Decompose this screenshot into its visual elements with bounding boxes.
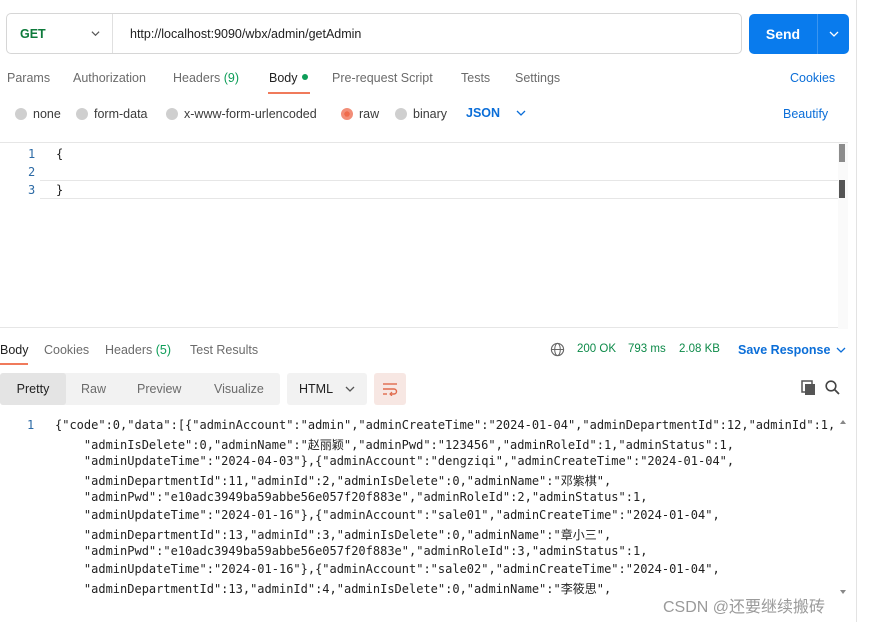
response-scrollbar[interactable] [839,418,847,596]
chevron-down-icon [829,31,838,37]
send-button[interactable]: Send [749,26,817,42]
radio-form-data-label: form-data [94,107,148,121]
status-code[interactable]: 200 OK [577,343,616,355]
tab-authorization[interactable]: Authorization [73,71,146,85]
format-pretty[interactable]: Pretty [0,373,66,405]
line-number: 3 [28,183,36,197]
format-visualize[interactable]: Visualize [214,382,264,396]
response-tab-cookies[interactable]: Cookies [44,343,89,357]
radio-selected-icon [341,108,353,120]
method-label: GET [20,26,46,41]
response-line: "adminPwd":"e10adc3949ba59abbe56e057f20f… [55,490,648,504]
radio-none-label: none [33,107,61,121]
radio-raw-label: raw [359,107,380,121]
editor-scroll-marker [839,180,845,198]
wrap-lines-button[interactable] [374,373,406,405]
language-select[interactable]: JSON [466,106,526,120]
url-bar: GET http://localhost:9090/wbx/admin/getA… [6,13,742,54]
response-line: "adminUpdateTime":"2024-01-16"},{"adminA… [55,562,720,576]
tab-params[interactable]: Params [7,71,50,85]
active-tab-underline [268,92,310,94]
response-size[interactable]: 2.08 KB [679,343,720,355]
tab-body-label: Body [269,71,298,85]
tab-headers[interactable]: Headers (9) [173,71,239,85]
send-button-group: Send [749,14,849,54]
editor-scrollbar[interactable] [838,143,848,329]
response-active-underline [0,363,28,365]
search-icon[interactable] [825,380,840,396]
format-segmented-control: Pretty Raw Preview Visualize [0,373,280,405]
tab-headers-count: (9) [223,71,240,85]
response-tab-body[interactable]: Body [0,343,29,357]
copy-icon[interactable] [801,380,816,396]
chevron-down-icon [345,386,355,392]
beautify-link[interactable]: Beautify [783,107,828,121]
format-type-label: HTML [299,382,334,396]
chevron-down-icon [91,31,100,37]
response-tab-test-results[interactable]: Test Results [190,343,258,357]
tab-body[interactable]: Body [269,71,308,85]
response-line: "adminUpdateTime":"2024-01-16"},{"adminA… [55,508,720,522]
wrap-lines-icon [383,383,398,396]
code-line: } [56,183,64,197]
response-line: "adminDepartmentId":11,"adminId":2,"admi… [55,474,612,488]
tab-settings[interactable]: Settings [515,71,560,85]
save-response-button[interactable]: Save Response [738,343,846,357]
response-body[interactable]: 1 {"code":0,"data":[{"adminAccount":"adm… [0,414,850,606]
radio-binary[interactable]: binary [395,107,447,121]
response-tab-headers-label: Headers [105,343,153,357]
code-line: { [56,147,64,161]
tab-headers-label: Headers [173,71,221,85]
format-preview[interactable]: Preview [137,382,181,396]
response-line: "adminPwd":"e10adc3949ba59abbe56e057f20f… [55,544,648,558]
radio-dot-icon [76,108,88,120]
scroll-up-icon[interactable] [839,418,847,426]
cookies-link[interactable]: Cookies [790,71,835,85]
radio-raw[interactable]: raw [341,107,379,121]
line-number: 2 [28,165,36,179]
radio-form-data[interactable]: form-data [76,107,148,121]
send-options-button[interactable] [818,29,849,39]
method-select[interactable]: GET [7,14,113,53]
response-tab-headers[interactable]: Headers (5) [105,343,171,357]
chevron-down-icon [516,110,526,116]
line-number: 1 [28,147,36,161]
radio-urlencoded[interactable]: x-www-form-urlencoded [166,107,317,121]
response-line: "adminDepartmentId":13,"adminId":4,"admi… [55,582,612,596]
language-label: JSON [466,106,501,120]
radio-binary-label: binary [413,107,448,121]
chevron-down-icon [836,347,846,353]
watermark: CSDN @还要继续搬砖 [663,599,826,616]
response-time[interactable]: 793 ms [628,343,666,355]
response-line: {"code":0,"data":[{"adminAccount":"admin… [55,418,836,432]
tab-prerequest[interactable]: Pre-request Script [332,71,433,85]
radio-dot-icon [166,108,178,120]
response-line: "adminUpdateTime":"2024-04-03"},{"adminA… [55,454,735,468]
line-number: 1 [27,418,35,432]
format-raw[interactable]: Raw [81,382,106,396]
radio-none[interactable]: none [15,107,61,121]
tab-tests[interactable]: Tests [461,71,490,85]
radio-urlencoded-label: x-www-form-urlencoded [184,107,317,121]
scroll-down-icon[interactable] [839,588,847,596]
response-tab-headers-count: (5) [155,343,172,357]
request-body-editor[interactable]: 1 2 3 { } [0,142,848,329]
panel-divider [856,0,857,622]
url-input[interactable]: http://localhost:9090/wbx/admin/getAdmin [113,27,361,41]
format-type-select[interactable]: HTML [287,373,367,405]
current-line-highlight [40,180,838,199]
radio-dot-icon [15,108,27,120]
radio-dot-icon [395,108,407,120]
modified-dot-icon [301,74,308,80]
globe-icon[interactable] [550,342,565,357]
response-line: "adminDepartmentId":13,"adminId":3,"admi… [55,528,612,542]
editor-scroll-thumb[interactable] [839,144,845,162]
response-line: "adminIsDelete":0,"adminName":"赵丽颖","adm… [55,438,734,452]
save-response-label: Save Response [738,343,831,357]
